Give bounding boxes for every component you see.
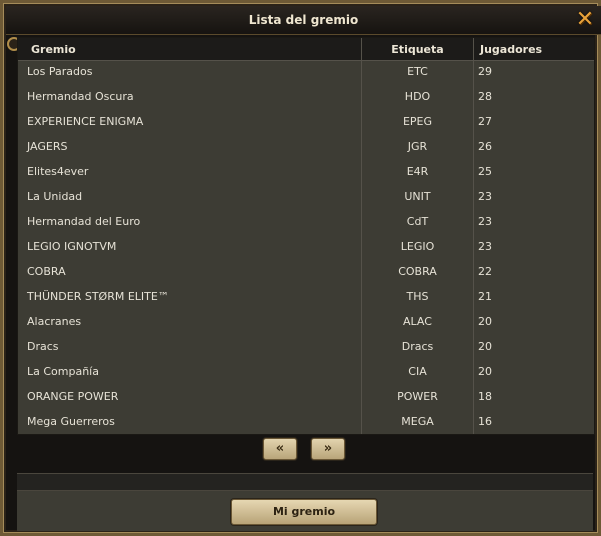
table-header: Gremio Etiqueta Jugadores bbox=[18, 38, 594, 61]
guild-tag-cell: E4R bbox=[406, 165, 429, 178]
guild-tag-cell: CIA bbox=[408, 365, 427, 378]
guild-list-window: Lista del gremio ✕ Gremio Etiqueta Jugad… bbox=[0, 0, 601, 536]
guild-tag-cell: POWER bbox=[397, 390, 438, 403]
guild-name-cell: La Compañía bbox=[27, 365, 99, 378]
guild-table: Gremio Etiqueta Jugadores Los Parados ETC… bbox=[17, 37, 595, 435]
window-title: Lista del gremio bbox=[248, 13, 359, 27]
guild-name-cell: La Unidad bbox=[27, 190, 83, 203]
table-row[interactable]: COBRA COBRA 22 bbox=[18, 260, 594, 285]
player-count-cell: 23 bbox=[478, 215, 492, 228]
player-count-cell: 21 bbox=[478, 290, 492, 303]
column-header-tag[interactable]: Etiqueta bbox=[362, 38, 473, 60]
player-count-cell: 20 bbox=[478, 340, 492, 353]
guild-name-cell: Elites4ever bbox=[27, 165, 89, 178]
guild-tag-cell: HDO bbox=[404, 90, 431, 103]
guild-tag-cell: Dracs bbox=[401, 340, 434, 353]
guild-name-cell: Hermandad del Euro bbox=[27, 215, 141, 228]
table-row[interactable]: JAGERS JGR 26 bbox=[18, 135, 594, 160]
table-row[interactable]: EXPERIENCE ENIGMA EPEG 27 bbox=[18, 110, 594, 135]
guild-name-cell: Alacranes bbox=[27, 315, 82, 328]
column-header-guild[interactable]: Gremio bbox=[31, 38, 76, 60]
prev-page-button[interactable]: « bbox=[263, 438, 297, 460]
player-count-cell: 20 bbox=[478, 365, 492, 378]
player-count-cell: 20 bbox=[478, 315, 492, 328]
guild-name-cell: LEGIO IGNOTVM bbox=[27, 240, 117, 253]
guild-name-cell: EXPERIENCE ENIGMA bbox=[27, 115, 144, 128]
player-count-cell: 25 bbox=[478, 165, 492, 178]
player-count-cell: 23 bbox=[478, 240, 492, 253]
guild-tag-cell: CdT bbox=[406, 215, 429, 228]
guild-tag-cell: MEGA bbox=[401, 415, 434, 428]
guild-tag-cell: JGR bbox=[407, 140, 428, 153]
guild-name-cell: Dracs bbox=[27, 340, 59, 353]
my-guild-button[interactable]: Mi gremio bbox=[231, 499, 377, 525]
player-count-cell: 26 bbox=[478, 140, 492, 153]
guild-name-cell: Mega Guerreros bbox=[27, 415, 115, 428]
column-header-players[interactable]: Jugadores bbox=[480, 38, 542, 60]
guild-name-cell: ORANGE POWER bbox=[27, 390, 119, 403]
table-row[interactable]: ORANGE POWER POWER 18 bbox=[18, 385, 594, 410]
guild-tag-cell: LEGIO bbox=[400, 240, 435, 253]
close-icon[interactable]: ✕ bbox=[575, 9, 595, 31]
table-row[interactable]: Mega Guerreros MEGA 16 bbox=[18, 410, 594, 435]
table-row[interactable]: LEGIO IGNOTVM LEGIO 23 bbox=[18, 235, 594, 260]
guild-tag-cell: COBRA bbox=[398, 265, 437, 278]
player-count-cell: 16 bbox=[478, 415, 492, 428]
guild-name-cell: Hermandad Oscura bbox=[27, 90, 134, 103]
section-divider bbox=[17, 473, 593, 491]
table-row[interactable]: Elites4ever E4R 25 bbox=[18, 160, 594, 185]
player-count-cell: 27 bbox=[478, 115, 492, 128]
player-count-cell: 22 bbox=[478, 265, 492, 278]
title-bar: Lista del gremio ✕ bbox=[6, 6, 601, 35]
guild-tag-cell: UNIT bbox=[404, 190, 431, 203]
player-count-cell: 23 bbox=[478, 190, 492, 203]
table-row[interactable]: THÜNDER STØRM ELITE™ THS 21 bbox=[18, 285, 594, 310]
table-row[interactable]: La Compañía CIA 20 bbox=[18, 360, 594, 385]
table-row[interactable]: Los Parados ETC 29 bbox=[18, 60, 594, 85]
guild-tag-cell: ALAC bbox=[403, 315, 432, 328]
guild-name-cell: COBRA bbox=[27, 265, 66, 278]
guild-tag-cell: ETC bbox=[407, 65, 428, 78]
pagination: « » bbox=[17, 434, 593, 466]
footer-bar: Mi gremio bbox=[17, 491, 593, 531]
guild-tag-cell: EPEG bbox=[402, 115, 433, 128]
table-row[interactable]: Dracs Dracs 20 bbox=[18, 335, 594, 360]
player-count-cell: 18 bbox=[478, 390, 492, 403]
table-body: Los Parados ETC 29 Hermandad Oscura HDO 28 EXP… bbox=[18, 60, 594, 435]
player-count-cell: 28 bbox=[478, 90, 492, 103]
next-page-button[interactable]: » bbox=[311, 438, 345, 460]
player-count-cell: 29 bbox=[478, 65, 492, 78]
table-row[interactable]: Hermandad Oscura HDO 28 bbox=[18, 85, 594, 110]
guild-name-cell: Los Parados bbox=[27, 65, 93, 78]
table-row[interactable]: Hermandad del Euro CdT 23 bbox=[18, 210, 594, 235]
table-row[interactable]: La Unidad UNIT 23 bbox=[18, 185, 594, 210]
guild-name-cell: JAGERS bbox=[27, 140, 68, 153]
table-row[interactable]: Alacranes ALAC 20 bbox=[18, 310, 594, 335]
guild-tag-cell: THS bbox=[406, 290, 429, 303]
guild-name-cell: THÜNDER STØRM ELITE™ bbox=[27, 290, 169, 303]
